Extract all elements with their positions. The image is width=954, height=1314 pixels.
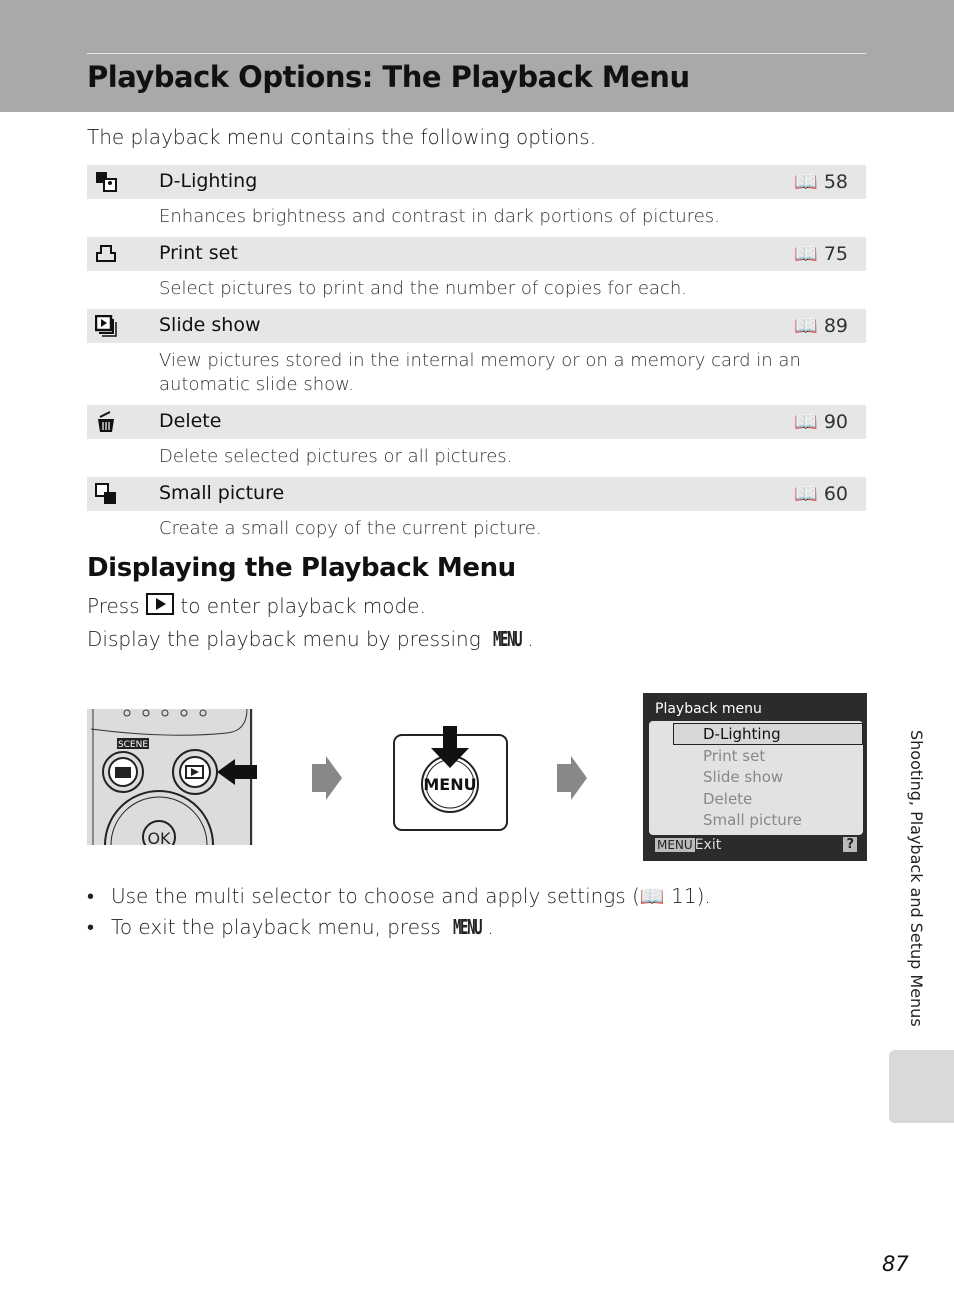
arrow-right-icon [312, 756, 342, 800]
page-number-ref: 90 [823, 411, 848, 433]
section-title: Displaying the Playback Menu [87, 553, 516, 583]
scene-label: SCENE [118, 740, 148, 750]
bullet-1: • Use the multi selector to choose and ap… [87, 884, 711, 908]
delete-icon [95, 411, 117, 433]
option-row: Delete 📖 90 [87, 405, 866, 439]
option-label: Slide show [159, 314, 261, 336]
page-ref[interactable]: 📖 60 [794, 482, 848, 505]
page-ref[interactable]: 📖 58 [794, 170, 848, 193]
small-picture-icon [95, 483, 117, 505]
page-ref[interactable]: 📖 90 [794, 410, 848, 433]
menu-button-illustration: MENU [393, 726, 508, 831]
ok-button-label: OK [147, 829, 171, 845]
header-rule [87, 53, 866, 54]
help-icon: ? [843, 837, 857, 852]
options-table: D-Lighting 📖 58 Enhances brightness and co… [87, 165, 866, 549]
text: . [487, 915, 494, 939]
book-ref-icon: 📖 [794, 483, 818, 505]
text: Display the playback menu by pressing [87, 627, 481, 651]
page-ref[interactable]: 📖 89 [794, 314, 848, 337]
text: ). [696, 884, 711, 908]
text: Press [87, 594, 140, 618]
book-ref-icon: 📖 [794, 243, 818, 265]
page-number-ref: 60 [823, 483, 848, 505]
option-description: View pictures stored in the internal mem… [159, 350, 801, 395]
page-ref[interactable]: 📖 75 [794, 242, 848, 265]
page-number-ref: 75 [823, 243, 848, 265]
option-row: D-Lighting 📖 58 [87, 165, 866, 199]
menu-key-glyph: MENU [453, 915, 483, 939]
intro-text: The playback menu contains the following… [87, 125, 597, 149]
option-label: Print set [159, 242, 238, 264]
arrow-right-icon [557, 756, 587, 800]
option-row: Slide show 📖 89 [87, 309, 866, 343]
option-row: Small picture 📖 60 [87, 477, 866, 511]
text: . [527, 627, 534, 651]
page-header: Playback Options: The Playback Menu [0, 0, 954, 112]
print-set-icon [95, 243, 117, 265]
option-label: Small picture [159, 482, 285, 504]
page-ref[interactable]: 11 [671, 884, 696, 908]
bullet-2: • To exit the playback menu, press MENU. [87, 915, 494, 939]
page-title: Playback Options: The Playback Menu [87, 60, 690, 94]
book-ref-icon: 📖 [639, 884, 665, 908]
option-row: Print set 📖 75 [87, 237, 866, 271]
text: to enter playback mode. [180, 594, 426, 618]
lcd-title: Playback menu [655, 701, 762, 717]
camera-illustration: SCENE OK [87, 709, 257, 845]
menu-key: MENU [655, 838, 695, 852]
slide-show-icon [94, 314, 117, 337]
book-ref-icon: 📖 [794, 411, 818, 433]
lcd-menu-item: Delete [703, 789, 753, 808]
page-number: 87 [882, 1252, 909, 1276]
option-label: D-Lighting [159, 170, 258, 192]
lcd-menu-item: D-Lighting [703, 725, 781, 743]
option-description: Create a small copy of the current pictu… [159, 518, 542, 539]
lcd-footer: MENU Exit [655, 837, 721, 853]
menu-button-label: MENU [423, 775, 476, 794]
page-number-ref: 58 [823, 171, 848, 193]
menu-key-glyph: MENU [493, 627, 523, 651]
playback-button-icon [146, 593, 174, 615]
text: Use the multi selector to choose and app… [111, 884, 640, 908]
option-description: Select pictures to print and the number … [159, 278, 688, 299]
book-ref-icon: 📖 [794, 315, 818, 337]
lcd-menu-item: Small picture [703, 811, 802, 829]
text: To exit the playback menu, press [111, 915, 441, 939]
lcd-menu-item: Print set [703, 746, 766, 765]
instruction-1: Press to enter playback mode. [87, 593, 426, 618]
option-description: Delete selected pictures or all pictures… [159, 446, 513, 467]
book-ref-icon: 📖 [794, 171, 818, 193]
playback-menu-screen: Playback menu D-Lighting Print set Slide s… [643, 693, 867, 861]
d-lighting-icon [95, 171, 117, 193]
lcd-menu-item: Slide show [703, 768, 784, 786]
instruction-2: Display the playback menu by pressing ME… [87, 627, 534, 651]
side-tab[interactable] [889, 1050, 954, 1123]
side-tab-label: Shooting, Playback and Setup Menus [907, 730, 926, 1027]
option-description: Enhances brightness and contrast in dark… [159, 206, 720, 227]
exit-label: Exit [694, 837, 722, 853]
page-number-ref: 89 [823, 315, 848, 337]
option-label: Delete [159, 410, 222, 432]
